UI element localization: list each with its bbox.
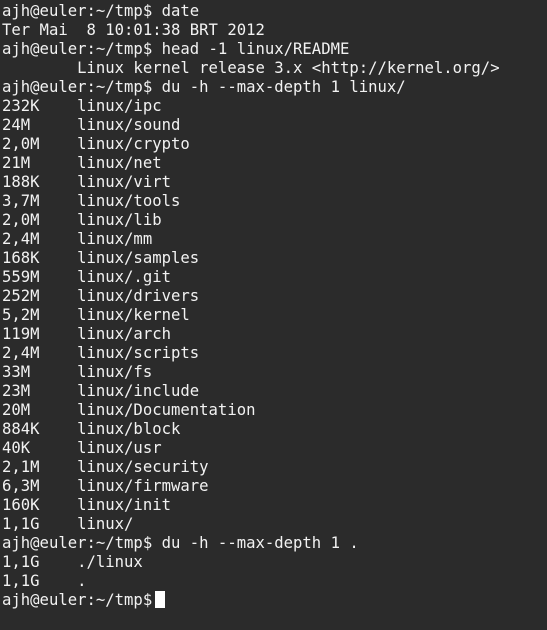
terminal-line: 1,1G linux/ <box>2 515 134 533</box>
terminal-line: 1,1G . <box>2 572 87 590</box>
terminal-line: 23M linux/include <box>2 382 200 400</box>
terminal-line: 559M linux/.git <box>2 268 171 286</box>
terminal-line: 160K linux/init <box>2 496 171 514</box>
terminal-line: 5,2M linux/kernel <box>2 306 190 324</box>
terminal-line: ajh@euler:~/tmp$ du -h --max-depth 1 . <box>2 534 359 552</box>
terminal-line: Linux kernel release 3.x <http://kernel.… <box>2 59 500 77</box>
terminal-line: ajh@euler:~/tmp$ head -1 linux/README <box>2 40 350 58</box>
terminal-line: 119M linux/arch <box>2 325 171 343</box>
terminal-line: 40K linux/usr <box>2 439 162 457</box>
terminal-line: ajh@euler:~/tmp$ du -h --max-depth 1 lin… <box>2 78 406 96</box>
current-prompt-line[interactable]: ajh@euler:~/tmp$ <box>0 591 547 610</box>
terminal-line: 1,1G ./linux <box>2 553 143 571</box>
terminal-line: 188K linux/virt <box>2 173 171 191</box>
terminal-line: 6,3M linux/firmware <box>2 477 209 495</box>
terminal-line: 884K linux/block <box>2 420 181 438</box>
terminal-line: 2,4M linux/scripts <box>2 344 200 362</box>
terminal-line: 2,4M linux/mm <box>2 230 153 248</box>
terminal-line: 3,7M linux/tools <box>2 192 181 210</box>
terminal-line: 252M linux/drivers <box>2 287 200 305</box>
terminal-window[interactable]: ajh@euler:~/tmp$ date Ter Mai 8 10:01:38… <box>0 0 547 630</box>
terminal-line: 2,0M linux/crypto <box>2 135 190 153</box>
terminal-line: 33M linux/fs <box>2 363 153 381</box>
terminal-line: ajh@euler:~/tmp$ date <box>2 2 200 20</box>
terminal-line: Ter Mai 8 10:01:38 BRT 2012 <box>2 21 265 39</box>
shell-prompt: ajh@euler:~/tmp$ <box>2 591 153 609</box>
terminal-line: 168K linux/samples <box>2 249 200 267</box>
text-cursor <box>155 591 166 608</box>
terminal-line: 24M linux/sound <box>2 116 181 134</box>
terminal-line: 232K linux/ipc <box>2 97 162 115</box>
terminal-line: 20M linux/Documentation <box>2 401 256 419</box>
terminal-line: 2,1M linux/security <box>2 458 209 476</box>
terminal-line: 2,0M linux/lib <box>2 211 162 229</box>
terminal-line: 21M linux/net <box>2 154 162 172</box>
